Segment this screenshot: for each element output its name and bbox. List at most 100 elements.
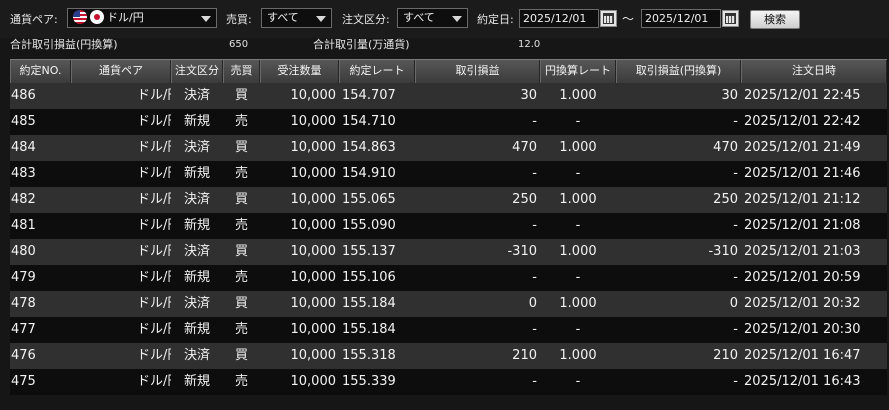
cell-jpy-rate: 1.000 [559, 244, 597, 259]
col-header-rate[interactable]: 約定レート [339, 60, 415, 83]
cell-trade-no: 481 [11, 218, 36, 233]
search-button[interactable]: 検索 [750, 10, 800, 29]
cell-pl: 470 [512, 140, 537, 155]
cell-pl-jpy: 470 [713, 140, 738, 155]
cell-pl: 250 [512, 192, 537, 207]
cell-side: 売 [234, 270, 248, 285]
cell-pair: ドル/円 [137, 322, 171, 337]
cell-side: 売 [234, 218, 248, 233]
calendar-icon [725, 13, 736, 24]
date-to-input[interactable]: 2025/12/01 [641, 9, 721, 28]
cell-trade-no: 475 [11, 374, 36, 389]
cell-order-datetime: 2025/12/01 21:03 [744, 244, 861, 259]
chevron-down-icon [316, 16, 326, 22]
cell-rate: 154.863 [342, 140, 396, 155]
date-to-calendar-button[interactable] [722, 10, 739, 27]
cell-pair: ドル/円 [137, 218, 171, 233]
date-range-separator: ～ [622, 12, 635, 26]
table-row[interactable]: 485ドル/円新規売10,000154.710---2025/12/01 22:… [10, 109, 887, 135]
cell-order-type: 新規 [183, 270, 210, 285]
cell-side: 売 [234, 166, 248, 181]
cell-trade-no: 480 [11, 244, 36, 259]
cell-quantity: 10,000 [290, 140, 337, 155]
col-header-side[interactable]: 売買 [223, 60, 260, 83]
cell-rate: 155.184 [342, 322, 396, 337]
date-label: 約定日: [477, 13, 514, 26]
cell-rate: 155.339 [342, 374, 396, 389]
table-row[interactable]: 477ドル/円新規売10,000155.184---2025/12/01 20:… [10, 317, 887, 343]
cell-rate: 155.090 [342, 218, 396, 233]
date-from-calendar-button[interactable] [600, 10, 617, 27]
cell-jpy-rate: - [575, 166, 581, 181]
cell-order-type: 決済 [183, 88, 210, 103]
table-row[interactable]: 484 ドル/円決済 買 10,000 154.863 470 1.000 470 2025/1… [10, 135, 887, 161]
cell-jpy-rate: 1.000 [559, 192, 597, 207]
col-header-order-datetime[interactable]: 注文日時 [741, 60, 887, 83]
order-type-select[interactable]: すべて [397, 8, 468, 28]
table-row[interactable]: 476 ドル/円決済 買 10,000 155.318 210 1.000 210 2025/1… [10, 343, 887, 369]
filter-bar: 通貨ペア: ドル/円 売買: すべて 注文区分: すべて 約定日: 2025/1… [0, 0, 889, 38]
cell-jpy-rate: - [575, 322, 581, 337]
cell-jpy-rate: 1.000 [559, 296, 597, 311]
cell-trade-no: 478 [11, 296, 36, 311]
cell-pair: ドル/円 [137, 88, 171, 103]
jp-flag-icon [90, 10, 104, 24]
cell-quantity: 10,000 [290, 166, 337, 181]
currency-pair-value: ドル/円 [107, 11, 144, 24]
cell-order-type: 新規 [183, 374, 210, 389]
table-row[interactable]: 479ドル/円新規売10,000155.106---2025/12/01 20:… [10, 265, 887, 291]
side-label: 売買: [226, 13, 252, 26]
cell-trade-no: 476 [11, 348, 36, 363]
cell-pl: -310 [507, 244, 537, 259]
table-row[interactable]: 480 ドル/円決済 買 10,000 155.137 -310 1.000 -310 2025… [10, 239, 887, 265]
cell-trade-no: 483 [11, 166, 36, 181]
cell-trade-no: 485 [11, 114, 36, 129]
cell-order-datetime: 2025/12/01 16:47 [744, 348, 861, 363]
cell-rate: 154.710 [342, 114, 396, 129]
table-row[interactable]: 486 ドル/円決済 買 10,000 154.707 30 1.000 30 2025/12/… [10, 83, 887, 109]
cell-trade-no: 484 [11, 140, 36, 155]
cell-quantity: 10,000 [290, 244, 337, 259]
col-header-trade-no[interactable]: 約定NO. [10, 60, 71, 83]
cell-rate: 155.106 [342, 270, 396, 285]
table-row[interactable]: 478 ドル/円決済 買 10,000 155.184 0 1.000 0 2025/12/01… [10, 291, 887, 317]
cell-pair: ドル/円 [137, 374, 171, 389]
col-header-pair[interactable]: 通貨ペア [71, 60, 171, 83]
cell-pair: ドル/円 [137, 348, 171, 363]
cell-side: 買 [234, 88, 248, 103]
cell-pl: - [532, 374, 537, 389]
cell-quantity: 10,000 [290, 348, 337, 363]
cell-pl: 30 [520, 88, 537, 103]
table-row[interactable]: 475ドル/円新規売10,000155.339---2025/12/01 16:… [10, 369, 887, 395]
col-header-jpy-rate[interactable]: 円換算レート [540, 60, 616, 83]
cell-jpy-rate: 1.000 [559, 140, 597, 155]
cell-order-datetime: 2025/12/01 22:42 [744, 114, 861, 129]
cell-rate: 154.707 [342, 88, 396, 103]
cell-side: 買 [234, 244, 248, 259]
col-header-order-type[interactable]: 注文区分 [171, 60, 223, 83]
cell-pl: - [532, 218, 537, 233]
total-pl-label: 合計取引損益(円換算) [10, 38, 118, 51]
table-row[interactable]: 482 ドル/円決済 買 10,000 155.065 250 1.000 250 2025/1… [10, 187, 887, 213]
col-header-quantity[interactable]: 受注数量 [260, 60, 339, 83]
cell-order-type: 新規 [183, 322, 210, 337]
col-header-pl-jpy[interactable]: 取引損益(円換算) [616, 60, 741, 83]
cell-trade-no: 477 [11, 322, 36, 337]
cell-pl: - [532, 270, 537, 285]
cell-order-datetime: 2025/12/01 21:08 [744, 218, 861, 233]
side-select[interactable]: すべて [261, 8, 332, 28]
currency-pair-select[interactable]: ドル/円 [67, 8, 217, 28]
table-row[interactable]: 481ドル/円新規売10,000155.090---2025/12/01 21:… [10, 213, 887, 239]
calendar-icon [603, 13, 614, 24]
col-header-pl[interactable]: 取引損益 [415, 60, 540, 83]
table-row[interactable]: 483ドル/円新規売10,000154.910---2025/12/01 21:… [10, 161, 887, 187]
date-from-input[interactable]: 2025/12/01 [519, 9, 599, 28]
cell-rate: 155.137 [342, 244, 396, 259]
cell-rate: 154.910 [342, 166, 396, 181]
cell-jpy-rate: - [575, 218, 581, 233]
cell-quantity: 10,000 [290, 114, 337, 129]
cell-order-datetime: 2025/12/01 22:45 [744, 88, 861, 103]
cell-side: 買 [234, 348, 248, 363]
side-value: すべて [267, 11, 299, 24]
cell-order-type: 新規 [183, 114, 210, 129]
